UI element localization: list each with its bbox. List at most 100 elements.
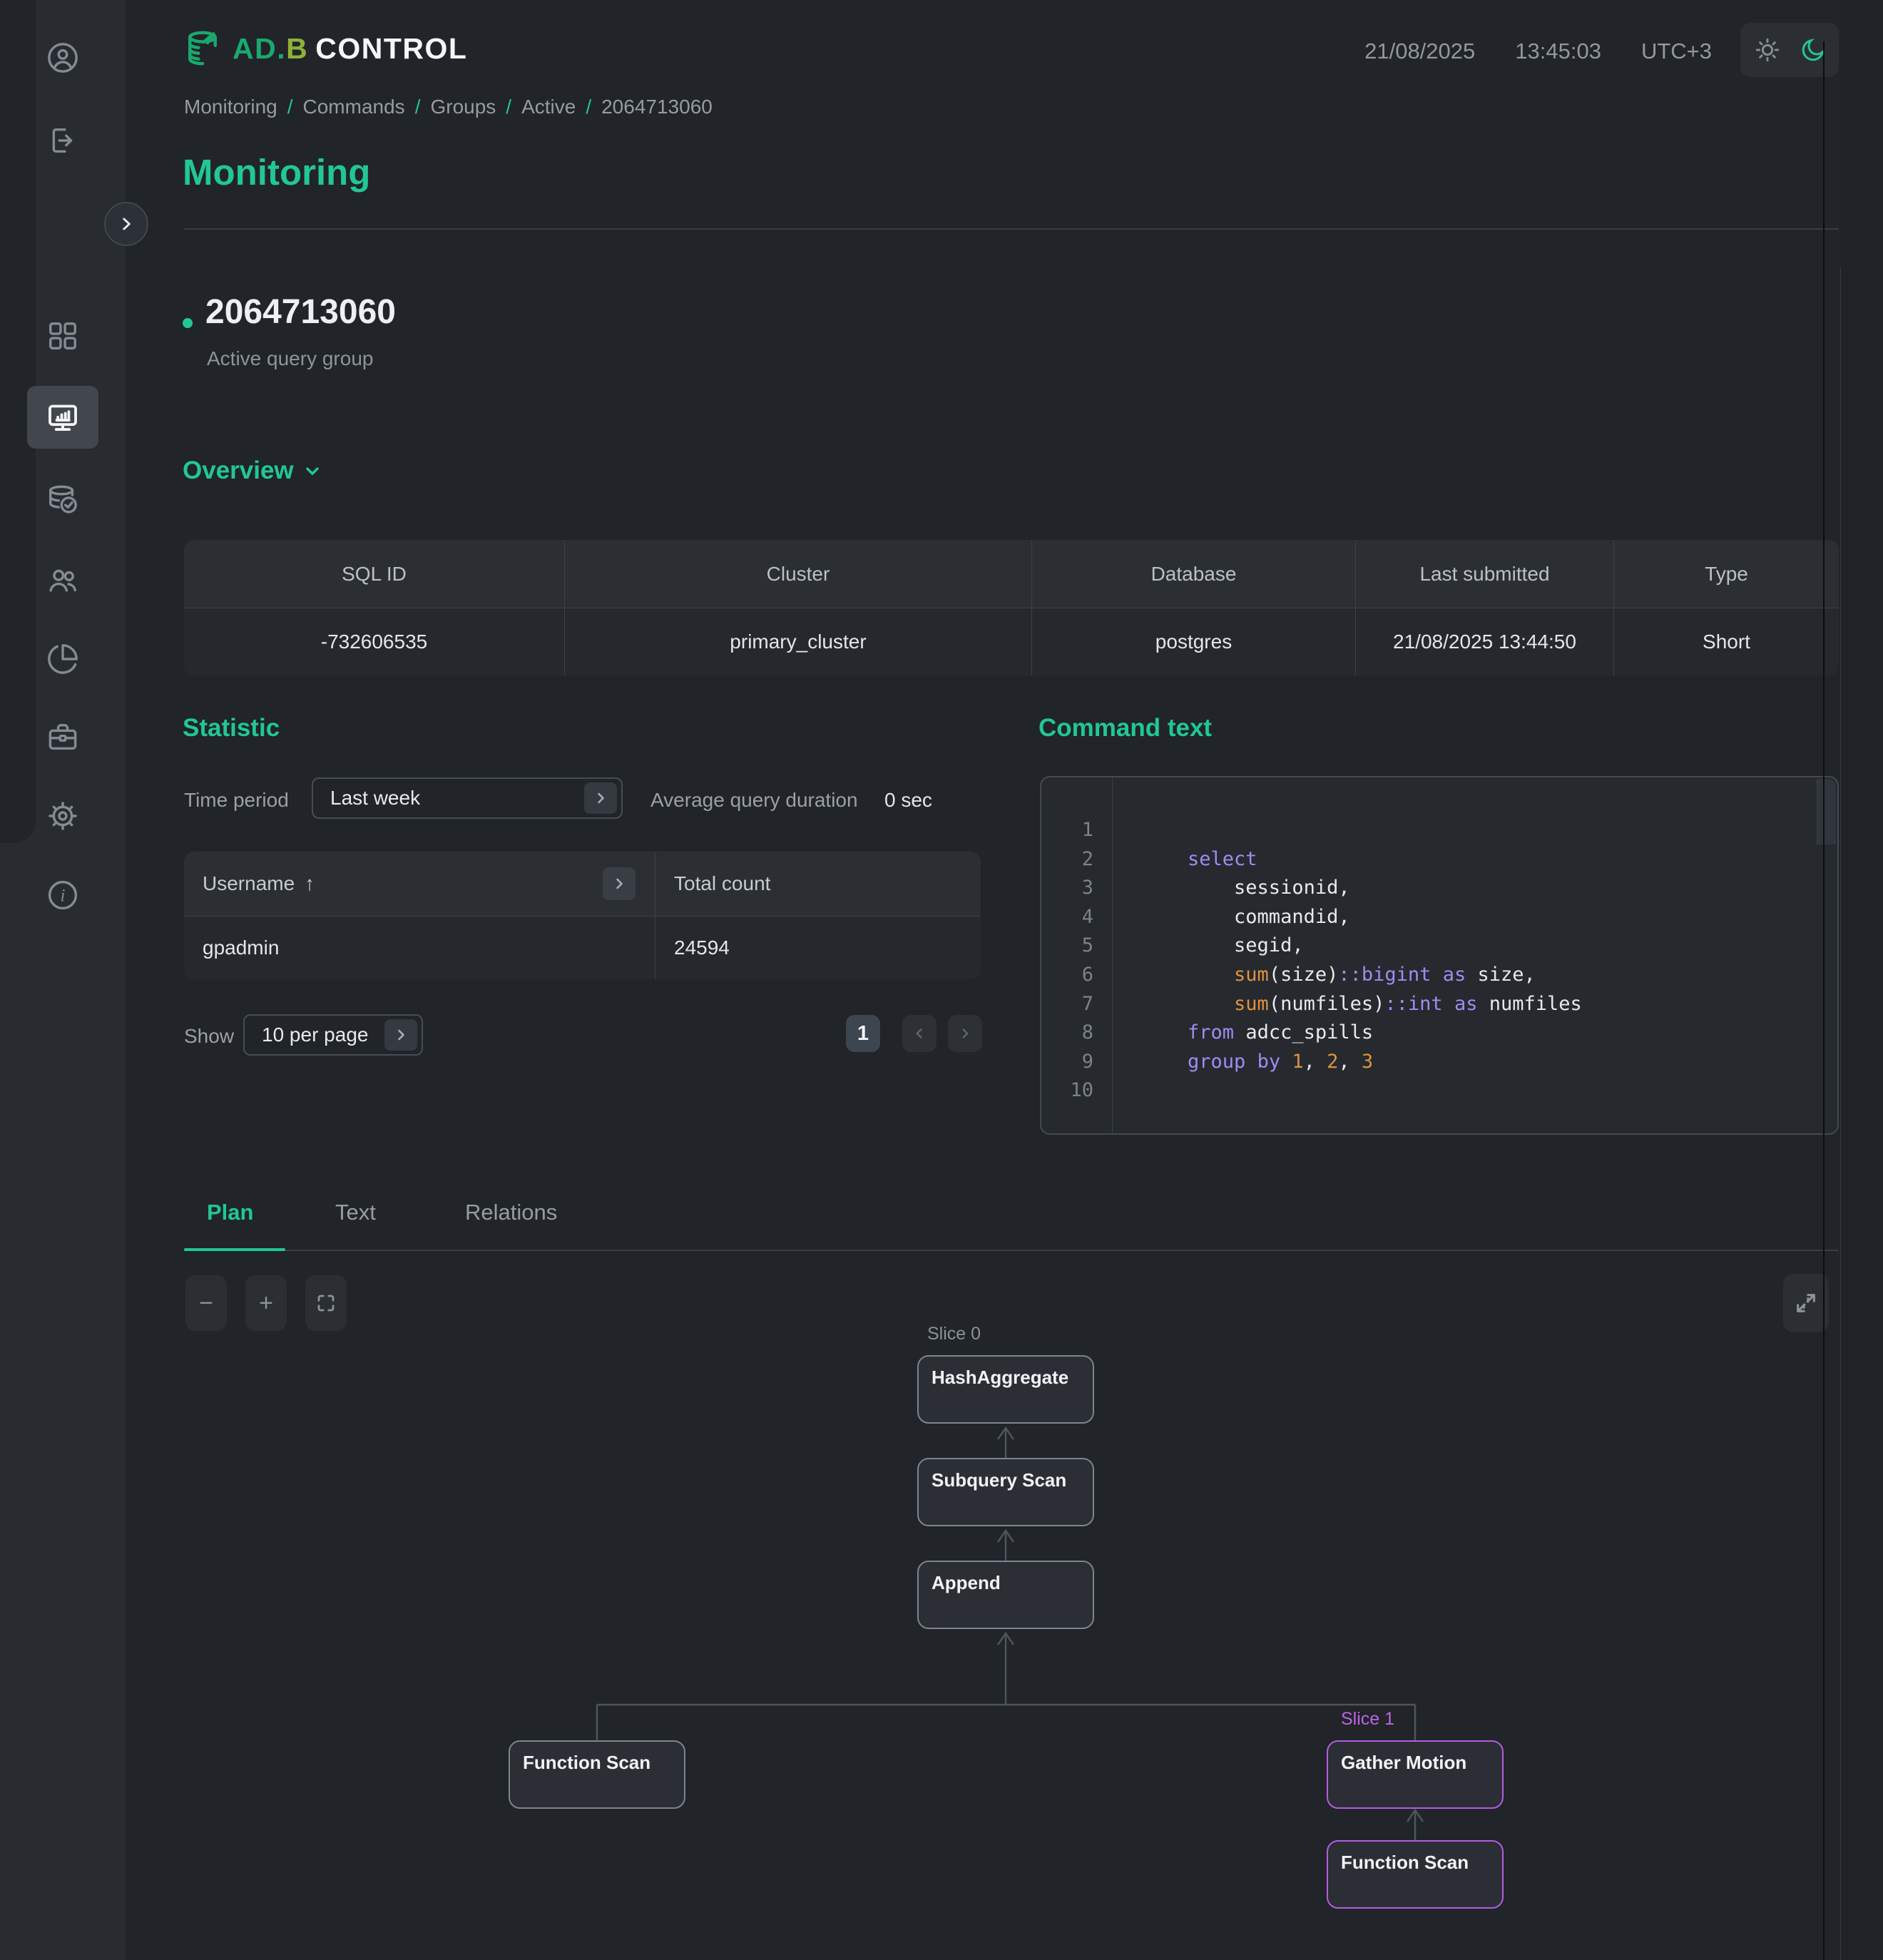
username-column-header[interactable]: Username ↑ (184, 852, 655, 916)
plan-node-function-scan-left[interactable]: Function Scan (509, 1740, 685, 1809)
statistic-table: Username ↑ Total count gpadmin 24594 (184, 852, 981, 979)
sql-code-editor[interactable]: 12345678910 select sessionid, commandid,… (1040, 776, 1839, 1135)
tab-relations[interactable]: Relations (465, 1200, 557, 1225)
statistic-heading: Statistic (183, 714, 280, 742)
info-icon[interactable]: i (46, 879, 79, 912)
time-period-select[interactable]: Last week (312, 777, 623, 819)
right-border-line (1840, 268, 1841, 1960)
page-size-value: 10 per page (245, 1024, 384, 1046)
page-size-select[interactable]: 10 per page (243, 1014, 423, 1056)
header-date: 21/08/2025 (1364, 39, 1475, 64)
tab-text[interactable]: Text (335, 1200, 376, 1225)
overview-table-header: SQL IDClusterDatabaseLast submittedType (184, 540, 1839, 608)
statistic-table-header: Username ↑ Total count (184, 852, 981, 917)
page-title: Monitoring (183, 151, 370, 193)
show-label: Show (184, 1025, 234, 1048)
page-size-open-button[interactable] (384, 1019, 417, 1051)
code-line-number: 5 (1041, 931, 1112, 961)
briefcase-icon[interactable] (46, 721, 79, 754)
title-divider (184, 228, 1839, 230)
light-theme-sun-icon[interactable] (1753, 36, 1782, 64)
slice-1-label: Slice 1 (1341, 1709, 1394, 1730)
code-scrollbar[interactable] (1817, 779, 1836, 844)
user-account-icon[interactable] (46, 41, 79, 74)
time-period-open-button[interactable] (584, 782, 617, 814)
page-number-button[interactable]: 1 (846, 1015, 880, 1052)
slice-0-label: Slice 0 (927, 1324, 981, 1344)
tab-plan[interactable]: Plan (207, 1200, 253, 1225)
pie-chart-icon[interactable] (46, 643, 79, 675)
next-page-button[interactable] (948, 1015, 982, 1052)
breadcrumb-separator: / (287, 96, 293, 118)
overview-table: SQL IDClusterDatabaseLast submittedType … (184, 540, 1839, 675)
overview-column-header: Type (1614, 540, 1839, 608)
app-window: i AD.BCONTROL 21/08/2025 13:45:03 UTC+3 … (0, 0, 1883, 1960)
overview-label: Overview (183, 456, 294, 485)
code-line: sessionid, (1141, 874, 1582, 903)
zoom-in-button[interactable]: + (245, 1275, 287, 1331)
breadcrumb-item[interactable]: Active (521, 96, 576, 118)
expand-icon (1794, 1291, 1818, 1315)
code-content: select sessionid, commandid, segid, sum(… (1113, 777, 1582, 1133)
overview-value-cell: primary_cluster (565, 608, 1032, 675)
settings-gear-icon[interactable] (46, 800, 79, 832)
overview-section-toggle[interactable]: Overview (183, 456, 322, 485)
plan-node-function-scan-bottom[interactable]: Function Scan (1327, 1840, 1504, 1909)
fit-frame-icon (315, 1292, 337, 1314)
overview-column-header: Last submitted (1356, 540, 1614, 608)
vertical-scroll-line (1823, 41, 1825, 1960)
code-line-number: 9 (1041, 1048, 1112, 1077)
users-icon[interactable] (46, 564, 79, 597)
overview-table-row: -732606535primary_clusterpostgres21/08/2… (184, 608, 1839, 675)
code-line-number: 2 (1041, 845, 1112, 874)
breadcrumb-item[interactable]: Monitoring (184, 96, 277, 118)
code-line-number: 10 (1041, 1076, 1112, 1106)
plan-node-gather-motion[interactable]: Gather Motion (1327, 1740, 1504, 1809)
code-line-number: 4 (1041, 903, 1112, 932)
svg-text:i: i (61, 886, 66, 905)
code-line: from adcc_spills (1141, 1019, 1582, 1048)
code-line (1141, 1076, 1582, 1106)
statistic-table-row[interactable]: gpadmin 24594 (184, 917, 981, 979)
breadcrumb-item[interactable]: Groups (430, 96, 496, 118)
app-logo[interactable]: AD.BCONTROL (183, 29, 467, 68)
dashboard-grid-icon[interactable] (46, 320, 79, 352)
sidebar-expand-button[interactable] (104, 202, 148, 246)
zoom-out-button[interactable]: − (185, 1275, 227, 1331)
chevron-right-icon (392, 1026, 409, 1043)
previous-page-button[interactable] (902, 1015, 937, 1052)
active-tab-underline (184, 1248, 285, 1251)
breadcrumb-separator: / (415, 96, 421, 118)
group-id-title: 2064713060 (205, 292, 396, 332)
chevron-right-icon (957, 1026, 973, 1041)
plan-node-subquery-scan[interactable]: Subquery Scan (917, 1458, 1094, 1526)
sort-ascending-arrow: ↑ (305, 872, 315, 895)
breadcrumb-item[interactable]: 2064713060 (601, 96, 713, 118)
breadcrumb-item[interactable]: Commands (303, 96, 405, 118)
header-time: 13:45:03 (1515, 39, 1601, 64)
plan-node-hashaggregate[interactable]: HashAggregate (917, 1355, 1094, 1424)
code-line-number: 8 (1041, 1019, 1112, 1048)
status-dot (183, 318, 193, 328)
username-filter-button[interactable] (603, 867, 636, 900)
overview-column-header: SQL ID (184, 540, 565, 608)
logout-icon[interactable] (46, 124, 79, 157)
monitoring-icon[interactable] (46, 402, 79, 434)
chevron-down-icon (302, 461, 322, 481)
plan-node-append[interactable]: Append (917, 1561, 1094, 1629)
code-line-number: 7 (1041, 990, 1112, 1019)
tabs-divider (184, 1250, 1839, 1251)
time-period-label: Time period (184, 789, 289, 812)
fullscreen-button[interactable] (1783, 1274, 1829, 1332)
code-line-number: 3 (1041, 874, 1112, 903)
database-history-icon[interactable] (46, 484, 79, 516)
code-line: sum(size)::bigint as size, (1141, 961, 1582, 990)
overview-value-cell: -732606535 (184, 608, 565, 675)
avg-duration-value: 0 sec (884, 789, 932, 812)
breadcrumb-separator: / (586, 96, 591, 118)
chevron-right-icon (592, 790, 609, 807)
overview-value-cell: Short (1614, 608, 1839, 675)
header-datetime: 21/08/2025 13:45:03 UTC+3 (1364, 39, 1712, 64)
time-period-value: Last week (313, 787, 584, 810)
fit-view-button[interactable] (305, 1275, 347, 1331)
